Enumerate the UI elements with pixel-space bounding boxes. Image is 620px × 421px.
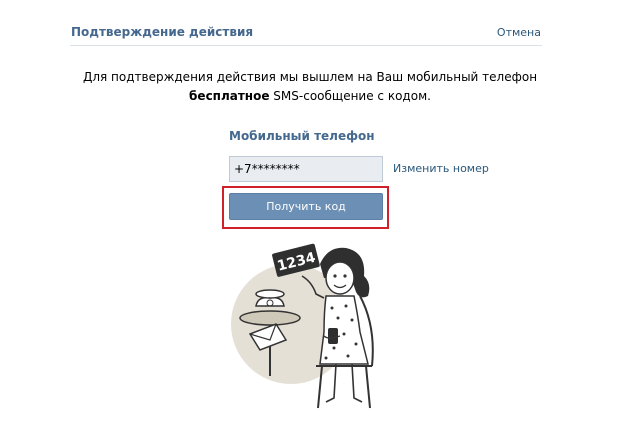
girl-dress xyxy=(319,295,369,365)
message-line-2: бесплатное SMS-сообщение с кодом. xyxy=(60,87,560,106)
sms-girl-illustration: 1234 xyxy=(231,243,374,409)
phone-input[interactable] xyxy=(229,156,383,182)
dialog-header: Подтверждение действия Отмена xyxy=(70,24,542,46)
table-top xyxy=(239,310,301,326)
message-line-1: Для подтверждения действия мы вышлем на … xyxy=(82,70,538,84)
mobile-phone-icon xyxy=(328,328,338,344)
page-title: Подтверждение действия xyxy=(71,25,254,39)
get-code-button[interactable]: Получить код xyxy=(229,193,383,220)
change-number-link[interactable]: Изменить номер xyxy=(393,162,489,175)
cancel-link[interactable]: Отмена xyxy=(497,26,541,39)
confirm-action-page: Подтверждение действия Отмена Для подтве… xyxy=(0,0,620,421)
phone-label: Мобильный телефон xyxy=(229,129,375,143)
girl-face xyxy=(325,261,355,295)
message-bold-word: бесплатное xyxy=(189,89,270,103)
message-line-2-rest: SMS-сообщение с кодом. xyxy=(269,89,431,103)
sms-info-message: Для подтверждения действия мы вышлем на … xyxy=(60,68,560,106)
